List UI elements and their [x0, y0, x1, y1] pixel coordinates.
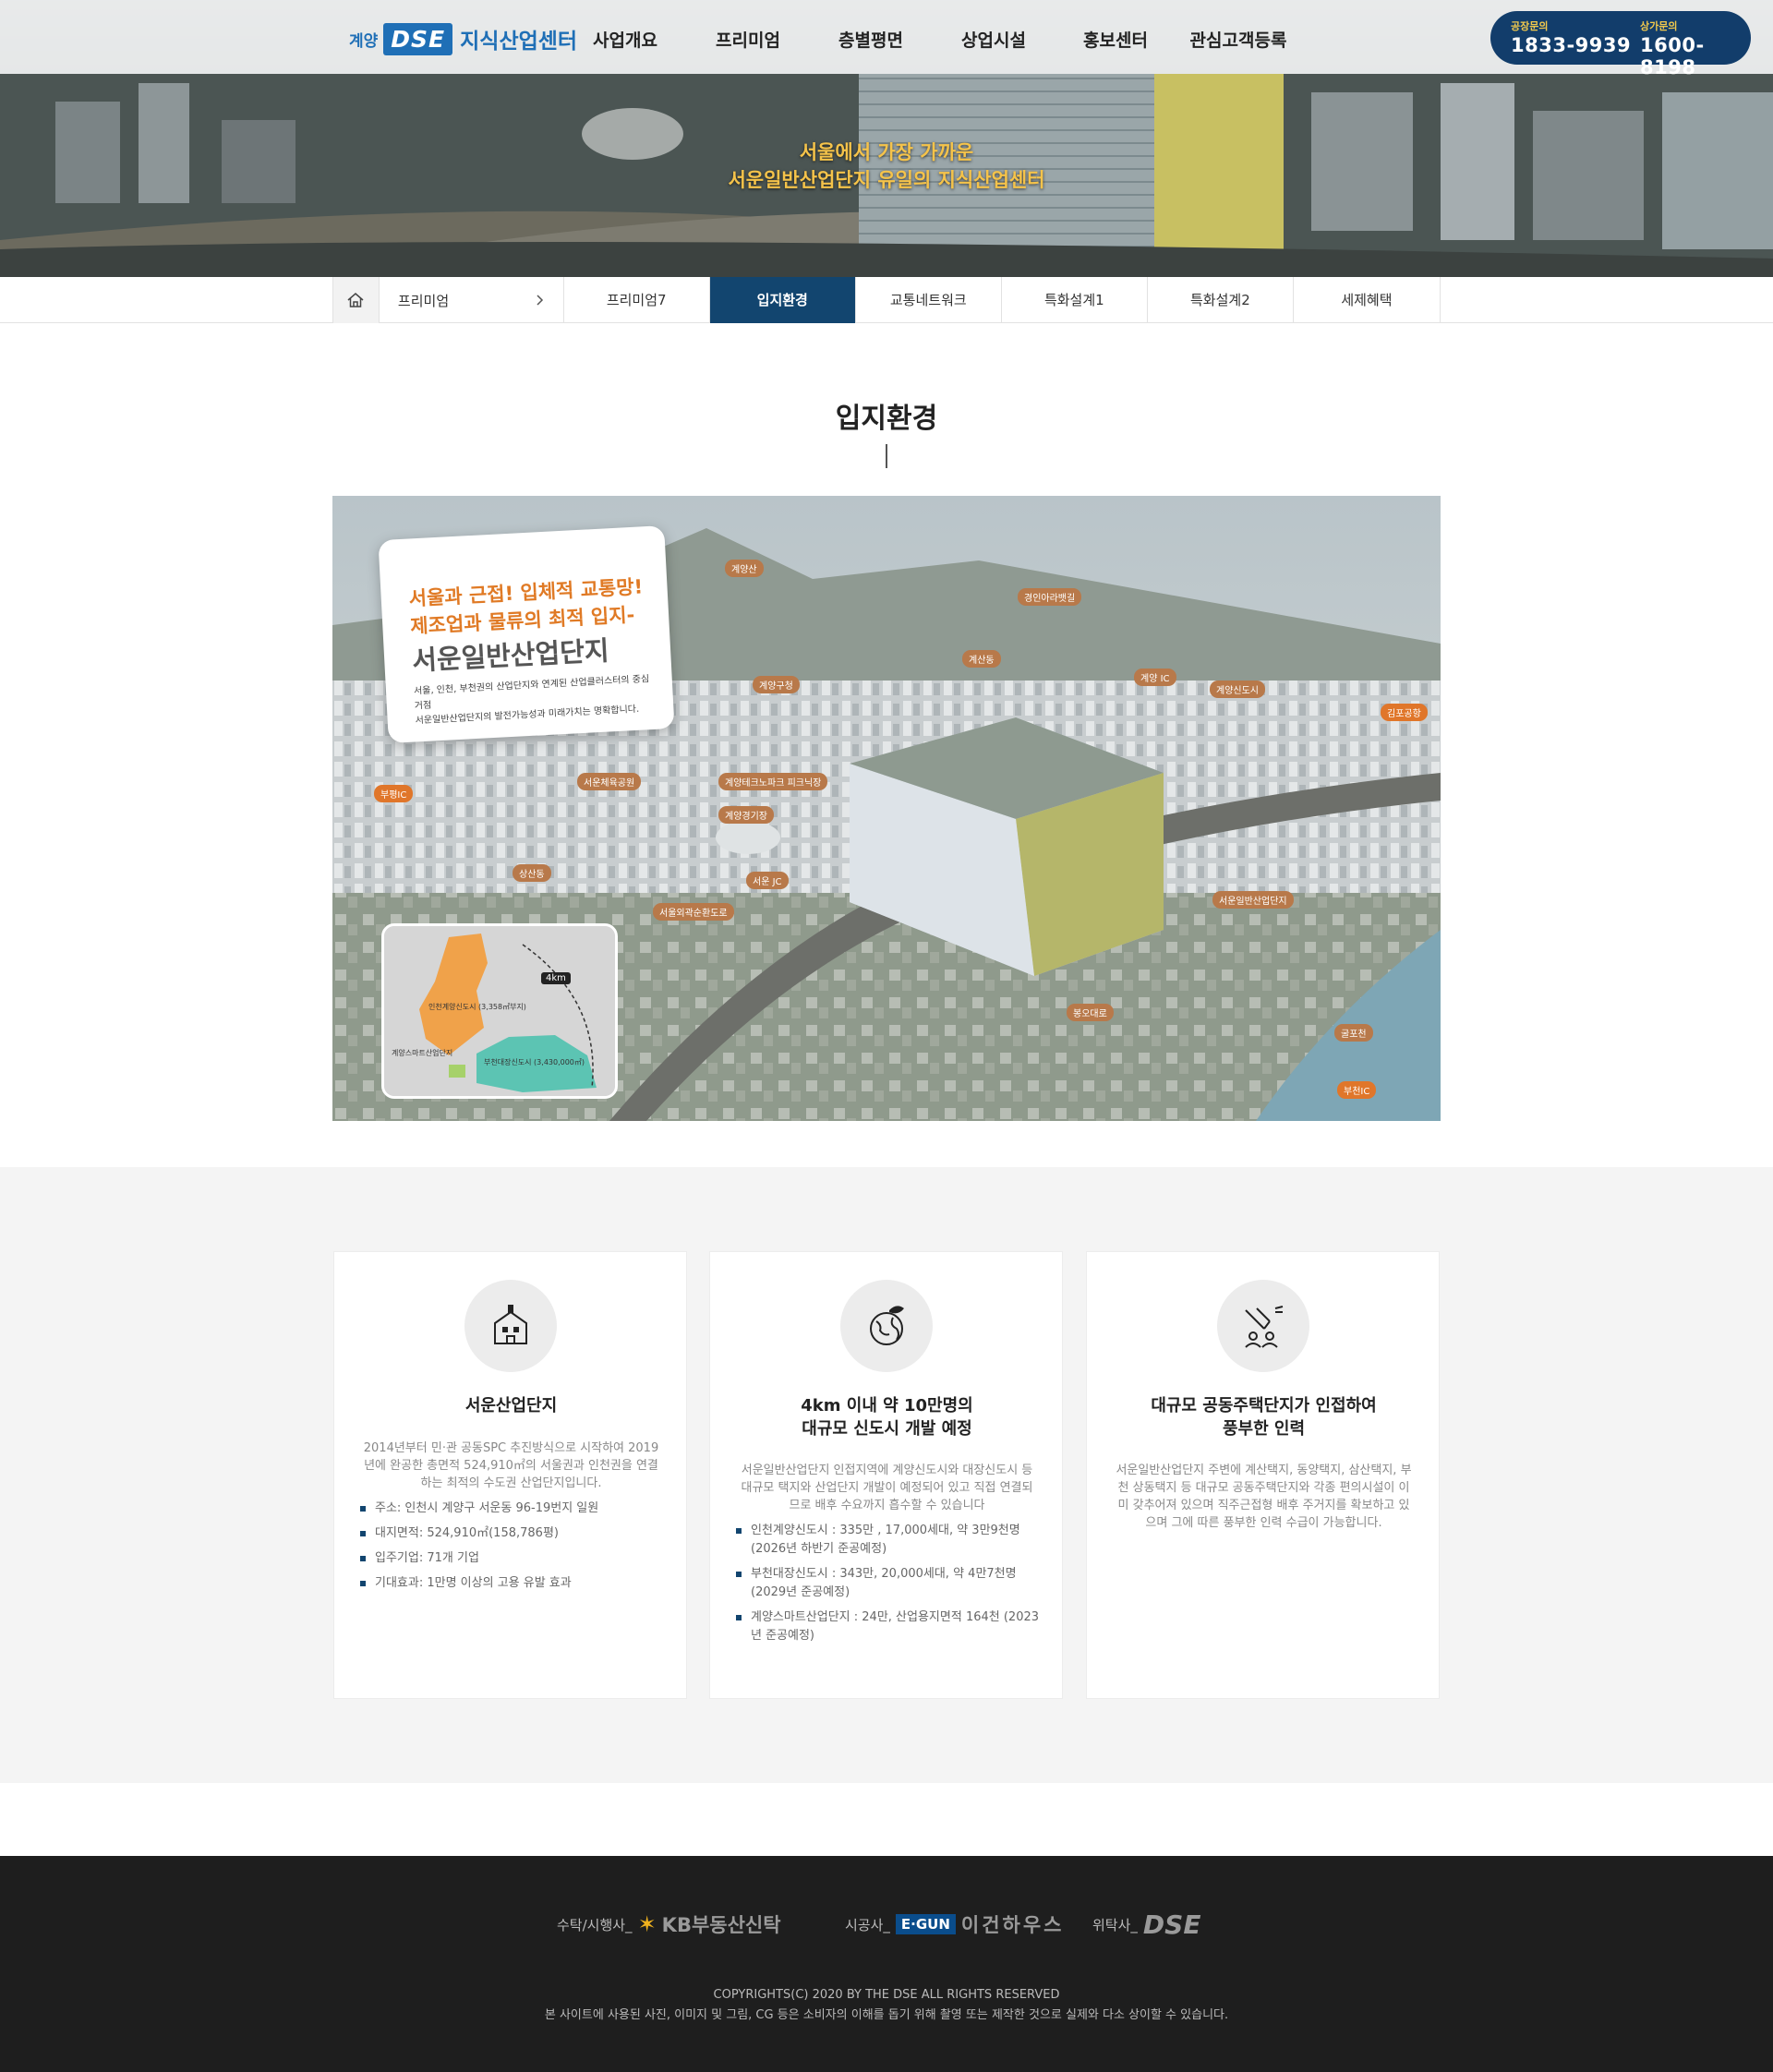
- site-logo[interactable]: 계양 DSE 지식산업센터: [349, 18, 577, 59]
- tab-location[interactable]: 입지환경: [709, 277, 856, 323]
- partner-label: 수탁/시행사_: [557, 1916, 633, 1933]
- nav-item-overview[interactable]: 사업개요: [593, 0, 657, 74]
- map-tag: 서운 JC: [746, 872, 789, 889]
- feature-desc: 서운일반산업단지 주변에 계산택지, 동양택지, 삼산택지, 부천 상동택지 등…: [1116, 1464, 1412, 1530]
- partner-kb: 수탁/시행사_ ✶ KB부동산신탁: [557, 1906, 781, 1943]
- tab-design1[interactable]: 특화설계1: [1002, 277, 1148, 323]
- nav-item-register[interactable]: 관심고객등록: [1190, 0, 1287, 74]
- minimap-shapes: [384, 926, 615, 1096]
- logo-mark: DSE: [383, 22, 453, 55]
- map-tag: 계양산: [725, 560, 764, 577]
- feature-card: 서운산업단지 2014년부터 민·관 공동SPC 추진방식으로 시작하여 201…: [333, 1251, 687, 1699]
- copyright-text: COPYRIGHTS(C) 2020 BY THE DSE ALL RIGHTS…: [713, 1988, 1060, 2002]
- home-icon: [347, 293, 364, 307]
- feature-title: 4km 이내 약 10만명의 대규모 신도시 개발 예정: [801, 1396, 973, 1439]
- feature-desc: 서운일반산업단지 인접지역에 계양신도시와 대장신도시 등 대규모 택지와 산업…: [741, 1464, 1033, 1512]
- feature-desc: 2014년부터 민·관 공동SPC 추진방식으로 시작하여 2019년에 완공한…: [363, 1441, 659, 1490]
- tab-transport[interactable]: 교통네트워크: [856, 277, 1002, 323]
- distance-label: 4km: [541, 972, 571, 984]
- globe-icon: [870, 1306, 904, 1345]
- home-button[interactable]: [333, 277, 380, 323]
- hero-line-1: 서울에서 가장 가까운: [799, 141, 974, 163]
- hero-banner: 계양 DSE 지식산업센터 사업개요 프리미엄 층별평면 상업시설 홍보센터 관…: [0, 0, 1773, 277]
- minimap-label-daejang: 부천대장신도시 (3,430,000㎡): [484, 1058, 585, 1066]
- contact-phone-shop[interactable]: 1600-8198: [1640, 34, 1751, 78]
- map-tag: 상산동: [513, 864, 551, 882]
- map-tag: 부평IC: [374, 785, 414, 802]
- partner-name: KB부동산신탁: [661, 1914, 781, 1936]
- title-divider: [886, 444, 887, 468]
- page-title: 입지환경: [835, 403, 938, 435]
- partner-name: DSE: [1142, 1909, 1201, 1940]
- nav-item-premium[interactable]: 프리미엄: [716, 0, 780, 74]
- nav-item-floor-plan[interactable]: 층별평면: [838, 0, 903, 74]
- map-tag: 계양테크노파크 피크닉장: [718, 773, 828, 790]
- contact-label-factory: 공장문의: [1511, 20, 1549, 32]
- map-tag: 부천IC: [1337, 1081, 1377, 1099]
- breadcrumb-dropdown[interactable]: 프리미엄: [380, 277, 564, 323]
- site-footer: 수탁/시행사_ ✶ KB부동산신탁 시공사_ E·GUN 이건하우스 위탁사_ …: [0, 1856, 1773, 2072]
- feature-card: 대규모 공동주택단지가 인접하여 풍부한 인력 서운일반산업단지 주변에 계산택…: [1086, 1251, 1440, 1699]
- hero-headline: 서울에서 가장 가까운 서운일반산업단지 유일의 지식산업센터: [0, 139, 1773, 194]
- map-tag: 굴포천: [1334, 1024, 1373, 1042]
- list-item: 부천대장신도시 : 343만, 20,000세대, 약 4만7천명 (2029년…: [736, 1565, 1041, 1602]
- distance-minimap: 4km 인천계양신도시 (3,358㎡부지) 계양스마트산업단지 부천대장신도시…: [381, 923, 618, 1099]
- minimap-label-gyeyang: 인천계양신도시 (3,358㎡부지): [428, 1003, 526, 1011]
- logo-name: 지식산업센터: [460, 30, 578, 54]
- breadcrumb-label: 프리미엄: [397, 292, 450, 309]
- map-tag: 경인아라뱃길: [1018, 588, 1082, 606]
- minimap-label-smart: 계양스마트산업단지: [392, 1049, 453, 1057]
- kb-star-icon: ✶: [637, 1911, 657, 1937]
- feature-list: 인천계양신도시 : 335만 , 17,000세대, 약 3만9천명 (2026…: [736, 1522, 1041, 1652]
- map-tag: 계양신도시: [1210, 681, 1265, 698]
- chevron-right-icon: [537, 295, 543, 306]
- hero-line-2: 서운일반산업단지 유일의 지식산업센터: [728, 169, 1045, 191]
- feature-title: 서운산업단지: [464, 1396, 558, 1415]
- location-aerial-map: 서울과 근접! 입체적 교통망! 제조업과 물류의 최적 입지- 서운일반산업단…: [332, 496, 1441, 1121]
- partner-name: 이건하우스: [960, 1914, 1065, 1936]
- feature-title: 대규모 공동주택단지가 인접하여 풍부한 인력: [1151, 1396, 1377, 1439]
- contact-phone-box[interactable]: 공장문의 1833-9939 상가문의 1600-8198: [1490, 11, 1751, 78]
- map-tag: 서운체육공원: [577, 773, 642, 790]
- copyright-block: COPYRIGHTS(C) 2020 BY THE DSE ALL RIGHTS…: [0, 1985, 1773, 2026]
- map-tag: 계산동: [962, 650, 1001, 668]
- tab-tax-benefit[interactable]: 세제혜택: [1294, 277, 1440, 323]
- disclaimer-text: 본 사이트에 사용된 사진, 이미지 및 그림, CG 등은 소비자의 이해를 …: [544, 2008, 1229, 2022]
- nav-item-commercial[interactable]: 상업시설: [961, 0, 1026, 74]
- feature-card: 4km 이내 약 10만명의 대규모 신도시 개발 예정 서운일반산업단지 인접…: [709, 1251, 1063, 1699]
- map-tag: 계양경기장: [718, 806, 774, 824]
- map-tag: 김포공항: [1381, 704, 1428, 721]
- logo-prefix: 계양: [349, 31, 379, 51]
- partner-dse: 위탁사_ DSE: [1092, 1906, 1200, 1943]
- feature-list: 주소: 인천시 계양구 서운동 96-19번지 일원 대지면적: 524,910…: [360, 1500, 665, 1599]
- list-item: 인천계양신도시 : 335만 , 17,000세대, 약 3만9천명 (2026…: [736, 1522, 1041, 1559]
- list-item: 대지면적: 524,910㎡(158,786평): [360, 1524, 665, 1543]
- map-tag: 서울외곽순환도로: [653, 903, 734, 921]
- list-item: 계양스마트산업단지 : 24만, 산업용지면적 164천 (2023년 준공예정…: [736, 1608, 1041, 1645]
- egun-logo: E·GUN: [895, 1914, 956, 1934]
- map-tag: 계양구청: [753, 676, 800, 693]
- workforce-icon: [1245, 1306, 1284, 1348]
- contact-phone-factory[interactable]: 1833-9939: [1511, 34, 1631, 56]
- tab-premium7[interactable]: 프리미엄7: [564, 277, 710, 323]
- list-item: 기대효과: 1만명 이상의 고용 유발 효과: [360, 1574, 665, 1593]
- contact-label-shop: 상가문의: [1640, 20, 1678, 32]
- tab-design2[interactable]: 특화설계2: [1148, 277, 1294, 323]
- top-navigation-bar: 계양 DSE 지식산업센터 사업개요 프리미엄 층별평면 상업시설 홍보센터 관…: [0, 0, 1773, 78]
- map-tag: 서운일반산업단지: [1212, 891, 1294, 909]
- list-item: 주소: 인천시 계양구 서운동 96-19번지 일원: [360, 1500, 665, 1518]
- industrial-complex-icon: [494, 1305, 527, 1344]
- nav-item-pr-center[interactable]: 홍보센터: [1083, 0, 1148, 74]
- map-tag: 계양 IC: [1134, 669, 1176, 686]
- partner-label: 위탁사_: [1092, 1916, 1138, 1933]
- map-tag: 봉오대로: [1067, 1004, 1114, 1021]
- sub-navigation: 프리미엄 프리미엄7 입지환경 교통네트워크 특화설계1 특화설계2 세제혜택: [0, 277, 1773, 323]
- list-item: 입주기업: 71개 기업: [360, 1549, 665, 1568]
- location-summary-card: 서울과 근접! 입체적 교통망! 제조업과 물류의 최적 입지- 서운일반산업단…: [378, 525, 675, 743]
- partner-label: 시공사_: [845, 1916, 890, 1933]
- partner-egun: 시공사_ E·GUN 이건하우스: [845, 1906, 1065, 1943]
